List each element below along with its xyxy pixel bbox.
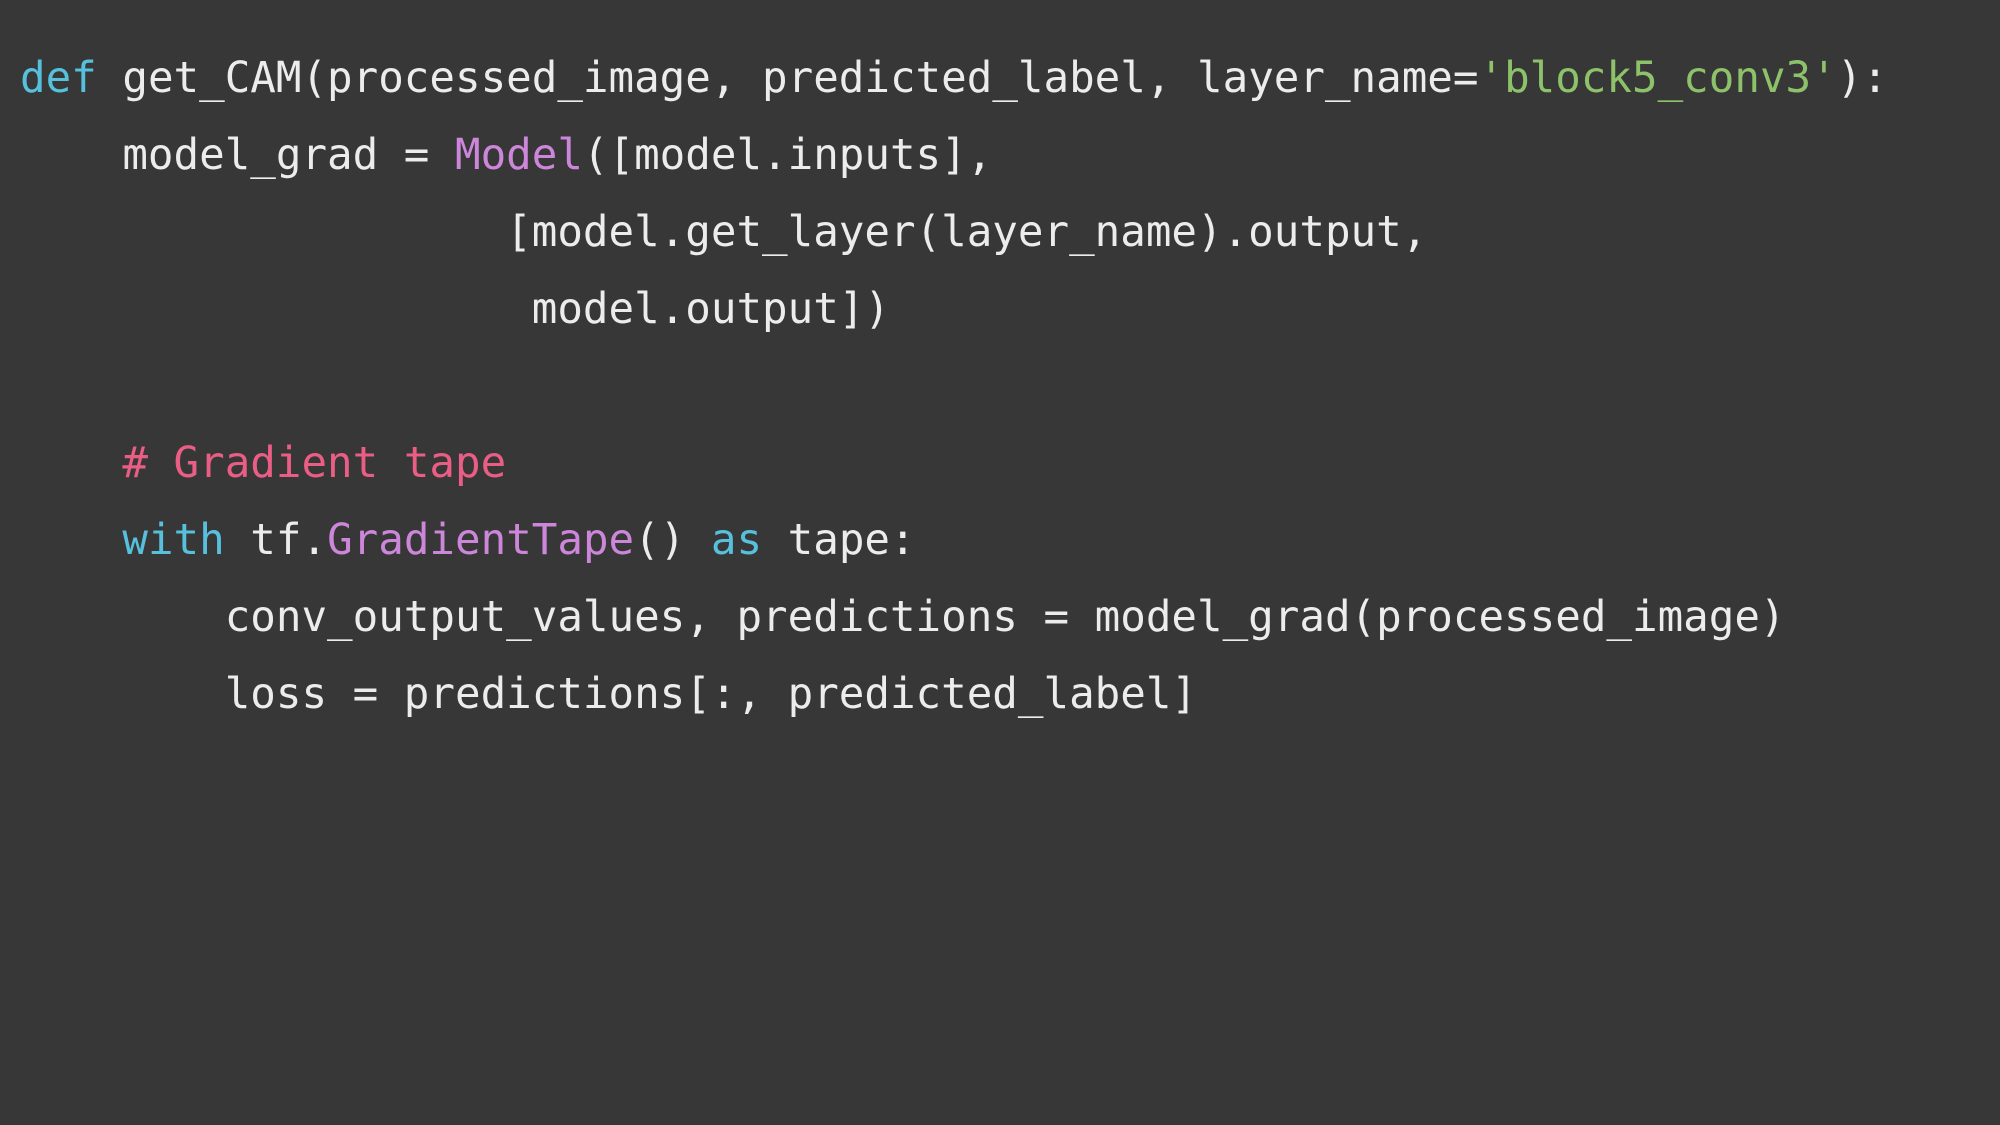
code-token-keyword: with	[122, 516, 225, 565]
code-line: # Gradient tape	[20, 425, 2000, 502]
code-token-keyword: def	[20, 54, 97, 103]
code-token-plain: conv_output_values, predictions = model_…	[20, 593, 1786, 642]
code-line: model.output])	[20, 271, 2000, 348]
code-token-string: 'block5_conv3'	[1478, 54, 1837, 103]
code-line: [model.get_layer(layer_name).output,	[20, 194, 2000, 271]
code-line: conv_output_values, predictions = model_…	[20, 579, 2000, 656]
code-line: loss = predictions[:, predicted_label]	[20, 656, 2000, 733]
code-token-class: GradientTape	[327, 516, 635, 565]
code-line: model_grad = Model([model.inputs],	[20, 117, 2000, 194]
code-line: with tf.GradientTape() as tape:	[20, 502, 2000, 579]
code-token-plain: ([model.inputs],	[582, 131, 993, 180]
code-token-plain: ):	[1836, 54, 1888, 103]
code-token-plain: model_grad =	[20, 131, 455, 180]
code-token-keyword: as	[710, 516, 763, 565]
code-token-class: Model	[454, 131, 583, 180]
code-token-plain: [model.get_layer(layer_name).output,	[20, 208, 1428, 257]
code-token-comment: # Gradient tape	[122, 439, 507, 488]
code-token-plain: model.output])	[20, 285, 890, 334]
code-token-plain: get_CAM(processed_image, predicted_label…	[96, 54, 1479, 103]
code-token-plain: ()	[634, 516, 711, 565]
code-line: def get_CAM(processed_image, predicted_l…	[20, 40, 2000, 117]
code-token-plain: tape:	[762, 516, 916, 565]
code-editor[interactable]: def get_CAM(processed_image, predicted_l…	[0, 0, 2000, 1125]
code-token-plain: tf.	[224, 516, 328, 565]
code-token-plain: loss = predictions[:, predicted_label]	[20, 670, 1198, 719]
